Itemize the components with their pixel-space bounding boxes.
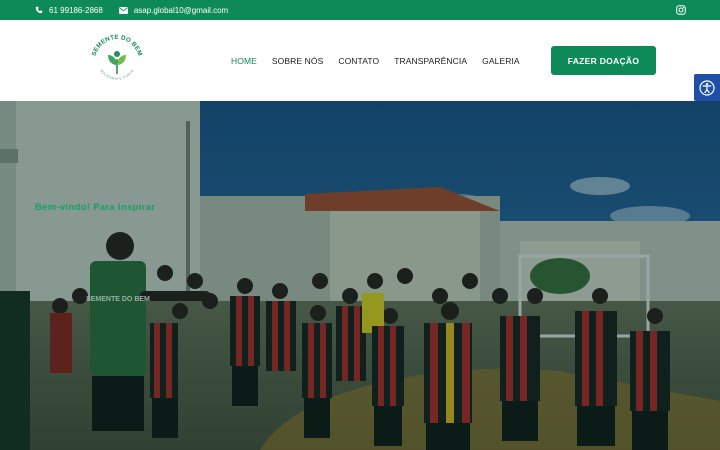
instagram-icon[interactable]	[676, 5, 686, 15]
hero-tagline: Bem-vindo! Para Inspirar	[35, 202, 156, 213]
main-navigation: HOME SOBRE NÓS CONTATO TRANSPARÊNCIA GAL…	[231, 20, 535, 101]
nav-sobre-nos[interactable]: SOBRE NÓS	[272, 56, 323, 66]
nav-home[interactable]: HOME	[231, 56, 257, 66]
accessibility-icon	[699, 79, 715, 96]
site-logo[interactable]: SEMENTE DO BEM SOLIDARIA E FORTE	[86, 30, 148, 92]
phone-contact[interactable]: 61 99186-2868	[35, 6, 103, 15]
envelope-icon	[118, 6, 128, 14]
email-address: asap.global10@gmail.com	[133, 5, 229, 15]
semente-logo-graphic: SEMENTE DO BEM SOLIDARIA E FORTE	[89, 33, 145, 89]
donate-button[interactable]: FAZER DOAÇÃO	[551, 46, 656, 75]
hero-banner: SEMENTE DO BEM Bem-vindo! Para Inspirar	[0, 101, 720, 450]
accessibility-button[interactable]	[694, 74, 720, 101]
phone-icon	[35, 6, 43, 14]
phone-number: 61 99186-2868	[49, 5, 103, 15]
email-contact[interactable]: asap.global10@gmail.com	[118, 5, 229, 15]
hero-overlay	[0, 101, 720, 450]
nav-galeria[interactable]: GALERIA	[482, 56, 520, 66]
top-contact-bar: 61 99186-2868 asap.global10@gmail.com	[0, 0, 720, 20]
nav-transparencia[interactable]: TRANSPARÊNCIA	[394, 56, 467, 66]
site-header: SEMENTE DO BEM SOLIDARIA E FORTE HOME SO…	[0, 20, 720, 101]
nav-contato[interactable]: CONTATO	[338, 56, 379, 66]
